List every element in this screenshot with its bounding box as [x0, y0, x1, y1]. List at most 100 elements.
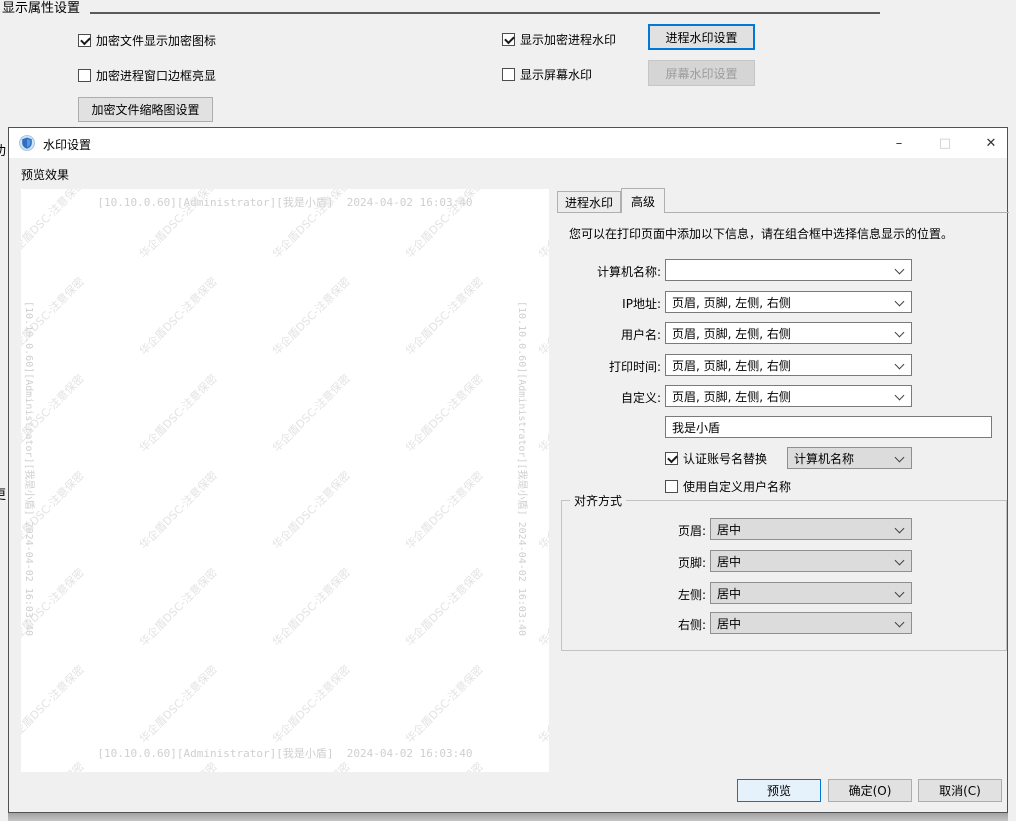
group-title-rule	[90, 12, 880, 14]
watermark-diagonal-text: 华企盾DSC-注意保密	[536, 468, 549, 552]
right-align-value: 居中	[717, 616, 742, 631]
watermark-diagonal-text: 华企盾DSC-注意保密	[536, 662, 549, 746]
custom-label: 自定义:	[620, 391, 661, 405]
chevron-down-icon	[894, 327, 905, 338]
custom-text-input[interactable]: 我是小盾	[665, 416, 992, 438]
chevron-down-icon	[894, 359, 905, 370]
checkbox-row-process-watermark[interactable]: 显示加密进程水印	[502, 31, 616, 48]
cancel-button[interactable]: 取消(C)	[918, 779, 1002, 802]
watermark-left-text: [10.10.0.60][Administrator][我是小盾] 2024-0…	[23, 301, 34, 637]
checkbox-screen-watermark[interactable]	[502, 68, 515, 81]
watermark-diagonal-text: 华企盾DSC-注意保密	[403, 468, 486, 552]
watermark-diagonal-text: 华企盾DSC-注意保密	[270, 274, 353, 358]
header-align-combo[interactable]: 居中	[710, 518, 912, 540]
checkbox-window-border[interactable]	[78, 69, 91, 82]
ip-address-combo[interactable]: 页眉, 页脚, 左侧, 右侧	[665, 291, 912, 313]
footer-align-value: 居中	[717, 554, 742, 569]
dialog-titlebar[interactable]: 水印设置 – □ ✕	[9, 128, 1007, 158]
ip-address-combo-value: 页眉, 页脚, 左侧, 右侧	[672, 295, 791, 310]
watermark-diagonal-text: 华企盾DSC-注意保密	[536, 371, 549, 455]
username-label: 用户名:	[620, 328, 661, 342]
watermark-diagonal-text: 华企盾DSC-注意保密	[270, 565, 353, 649]
display-properties-group-title: 显示属性设置	[2, 1, 81, 16]
screen: 显示属性设置 加密文件显示加密图标 加密进程窗口边框亮显 加密文件缩略图设置 显…	[0, 0, 1016, 821]
checkbox-encrypt-icon[interactable]	[78, 34, 91, 47]
watermark-settings-dialog: 水印设置 – □ ✕ 预览效果 [10.10.0.60][Administrat…	[8, 127, 1009, 813]
thumbnail-settings-button[interactable]: 加密文件缩略图设置	[78, 97, 213, 122]
custom-username-row[interactable]: 使用自定义用户名称	[665, 478, 791, 495]
header-align-value: 居中	[717, 522, 742, 537]
chevron-down-icon	[894, 555, 905, 566]
checkbox-row-window-border[interactable]: 加密进程窗口边框亮显	[78, 67, 216, 84]
alignment-group-title: 对齐方式	[570, 492, 627, 509]
preview-effect-label: 预览效果	[21, 168, 70, 182]
computer-name-combo[interactable]	[665, 259, 912, 281]
custom-text-value: 我是小盾	[672, 420, 721, 435]
custom-combo[interactable]: 页眉, 页脚, 左侧, 右侧	[665, 385, 912, 407]
close-button[interactable]: ✕	[972, 128, 1010, 158]
left-align-value: 居中	[717, 586, 742, 601]
checkbox-encrypt-icon-label: 加密文件显示加密图标	[96, 34, 217, 48]
watermark-diagonal-text: 华企盾DSC-注意保密	[403, 662, 486, 746]
watermark-diagonal-text: 华企盾DSC-注意保密	[137, 274, 220, 358]
chevron-down-icon	[894, 264, 905, 275]
auth-replace-combo-value: 计算机名称	[794, 451, 855, 466]
watermark-diagonal-text: 华企盾DSC-注意保密	[403, 371, 486, 455]
ip-address-label: IP地址:	[622, 297, 661, 311]
minimize-button[interactable]: –	[880, 128, 918, 158]
watermark-diagonal-text: 华企盾DSC-注意保密	[270, 371, 353, 455]
advanced-instruction: 您可以在打印页面中添加以下信息，请在组合框中选择信息显示的位置。	[569, 227, 954, 241]
watermark-diagonal-text: 华企盾DSC-注意保密	[536, 274, 549, 358]
process-watermark-settings-button[interactable]: 进程水印设置	[648, 24, 755, 50]
computer-name-label: 计算机名称:	[596, 265, 661, 279]
preview-area: [10.10.0.60][Administrator][我是小盾] 2024-0…	[21, 189, 549, 772]
auth-replace-combo[interactable]: 计算机名称	[787, 447, 912, 469]
print-time-combo[interactable]: 页眉, 页脚, 左侧, 右侧	[665, 354, 912, 376]
watermark-diagonal-text: 华企盾DSC-注意保密	[403, 274, 486, 358]
tab-process-watermark[interactable]: 进程水印	[557, 191, 621, 213]
chevron-down-icon	[894, 390, 905, 401]
checkbox-row-screen-watermark[interactable]: 显示屏幕水印	[502, 66, 592, 83]
dialog-title: 水印设置	[43, 138, 92, 152]
watermark-diagonal-text: 华企盾DSC-注意保密	[270, 468, 353, 552]
watermark-diagonal-text: 华企盾DSC-注意保密	[21, 662, 87, 746]
print-time-label: 打印时间:	[608, 360, 661, 374]
background-text-fragment: 更	[0, 484, 8, 500]
custom-username-checkbox[interactable]	[665, 480, 678, 493]
watermark-diagonal-text: 华企盾DSC-注意保密	[137, 565, 220, 649]
chevron-down-icon	[894, 587, 905, 598]
print-time-combo-value: 页眉, 页脚, 左侧, 右侧	[672, 358, 791, 373]
chevron-down-icon	[894, 452, 905, 463]
screen-watermark-settings-button: 屏幕水印设置	[648, 60, 755, 86]
chevron-down-icon	[894, 296, 905, 307]
left-align-label: 左侧:	[677, 588, 706, 602]
auth-replace-row[interactable]: 认证账号名替换	[665, 450, 767, 467]
auth-replace-label: 认证账号名替换	[683, 452, 768, 466]
custom-username-label: 使用自定义用户名称	[683, 480, 792, 494]
watermark-diagonal-text: 华企盾DSC-注意保密	[137, 371, 220, 455]
username-combo[interactable]: 页眉, 页脚, 左侧, 右侧	[665, 322, 912, 344]
watermark-diagonal-text: 华企盾DSC-注意保密	[137, 662, 220, 746]
auth-replace-checkbox[interactable]	[665, 452, 678, 465]
left-align-combo[interactable]: 居中	[710, 582, 912, 604]
checkbox-row-encrypt-icon[interactable]: 加密文件显示加密图标	[78, 32, 216, 49]
header-align-label: 页眉:	[677, 524, 706, 538]
right-align-combo[interactable]: 居中	[710, 612, 912, 634]
footer-align-label: 页脚:	[677, 556, 706, 570]
watermark-header-text: [10.10.0.60][Administrator][我是小盾] 2024-0…	[97, 196, 473, 209]
ok-button[interactable]: 确定(O)	[828, 779, 912, 802]
checkbox-screen-watermark-label: 显示屏幕水印	[520, 68, 593, 82]
preview-button[interactable]: 预览	[737, 779, 821, 802]
checkbox-process-watermark[interactable]	[502, 33, 515, 46]
watermark-right-text: [10.10.0.60][Administrator][我是小盾] 2024-0…	[516, 301, 527, 637]
custom-combo-value: 页眉, 页脚, 左侧, 右侧	[672, 389, 791, 404]
footer-align-combo[interactable]: 居中	[710, 550, 912, 572]
watermark-diagonal-text: 华企盾DSC-注意保密	[536, 565, 549, 649]
checkbox-process-watermark-label: 显示加密进程水印	[520, 33, 617, 47]
tab-advanced[interactable]: 高级	[621, 188, 665, 213]
watermark-diagonal-text: 华企盾DSC-注意保密	[270, 662, 353, 746]
watermark-footer-text: [10.10.0.60][Administrator][我是小盾] 2024-0…	[97, 747, 473, 760]
dialog-shadow	[8, 813, 1008, 821]
maximize-button: □	[938, 135, 952, 151]
app-shield-icon	[19, 135, 35, 151]
